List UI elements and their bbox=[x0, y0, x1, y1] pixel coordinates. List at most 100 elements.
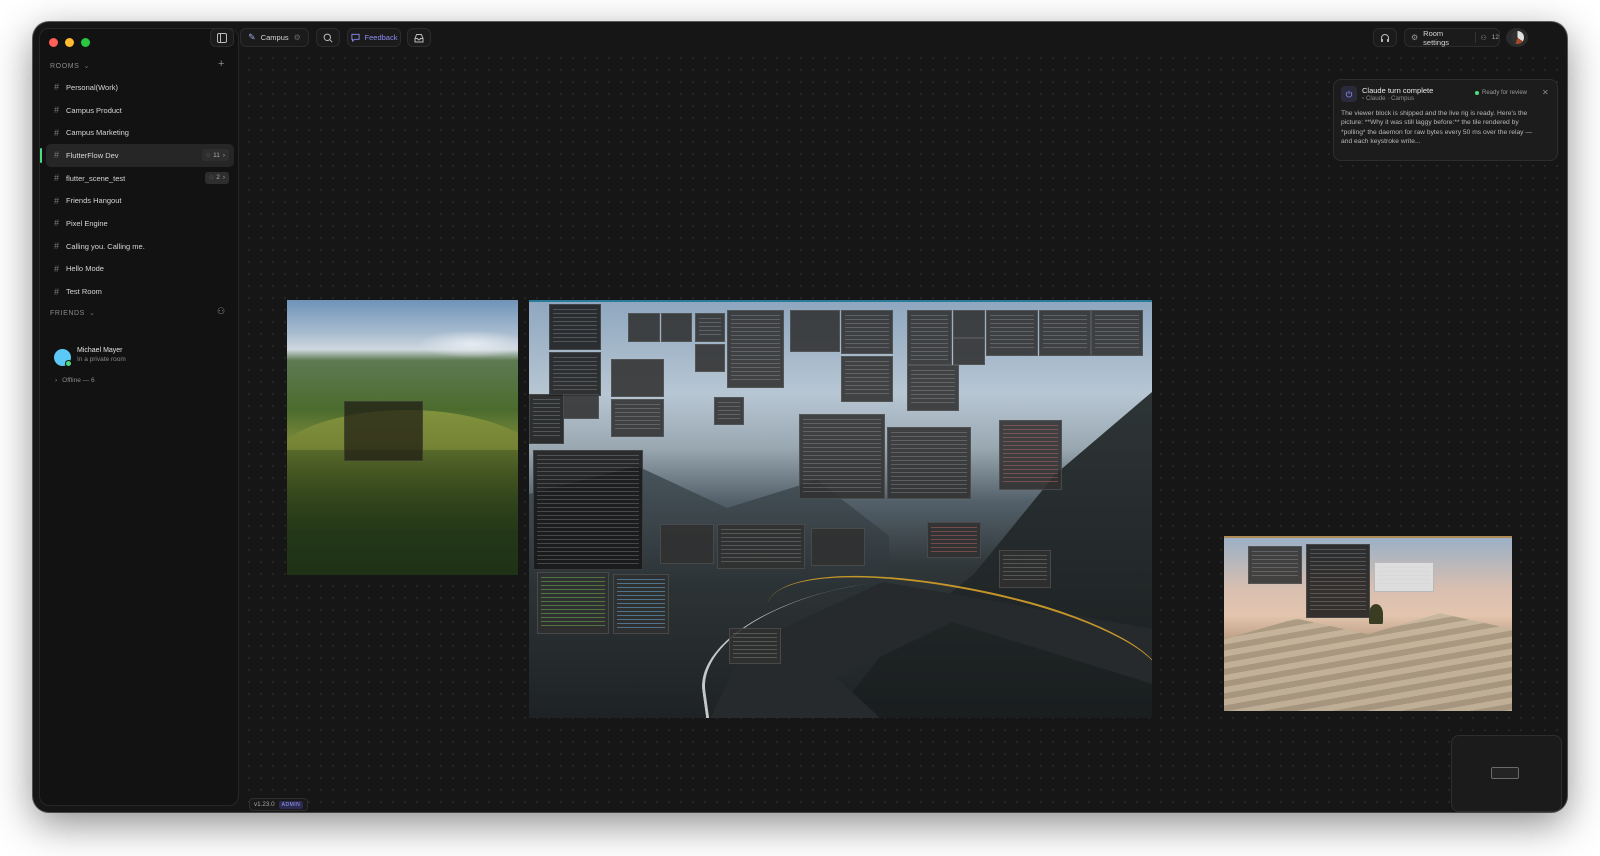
version-badge: v1.23.0 ADMIN bbox=[249, 798, 309, 811]
status-label: Ready for review bbox=[1482, 90, 1528, 96]
hash-icon: # bbox=[54, 286, 60, 297]
search-icon bbox=[323, 33, 333, 43]
gear-icon: ⚙ bbox=[1411, 33, 1419, 42]
search-button[interactable] bbox=[316, 28, 340, 47]
window-thumbnail bbox=[799, 414, 885, 499]
gear-icon: ⚙ bbox=[293, 33, 301, 42]
badge-count: 2 bbox=[216, 174, 220, 182]
sidebar-item-room-active[interactable]: # FlutterFlow Dev ◌ 11 › bbox=[40, 144, 234, 167]
toggle-sidebar-button[interactable] bbox=[210, 28, 234, 47]
notification-body: The viewer block is shipped and the live… bbox=[1341, 110, 1533, 145]
sidebar-item-room[interactable]: # Campus Marketing bbox=[46, 121, 234, 144]
space-switcher-button[interactable]: ✎ Campus ⚙ bbox=[240, 28, 309, 47]
feedback-label: Feedback bbox=[364, 33, 398, 42]
close-icon[interactable]: ✕ bbox=[1542, 88, 1549, 97]
sidebar-item-room[interactable]: # Friends Hangout bbox=[46, 189, 234, 212]
screen-share-tile-desktop[interactable] bbox=[529, 300, 1152, 718]
user-avatar-button[interactable] bbox=[1506, 28, 1528, 47]
room-label: Test Room bbox=[66, 287, 102, 297]
window-thumbnail bbox=[717, 524, 805, 569]
avatar bbox=[1510, 31, 1524, 44]
window-thumbnail bbox=[1091, 310, 1143, 356]
window-thumbnail bbox=[790, 310, 840, 352]
chevron-right-icon: › bbox=[222, 151, 225, 159]
window-thumbnail bbox=[529, 394, 564, 444]
add-friend-icon[interactable]: ⚇ bbox=[217, 306, 225, 317]
friend-item[interactable]: Michael Mayer In a private room bbox=[54, 347, 126, 367]
window-thumbnail bbox=[537, 572, 609, 634]
room-session-badge[interactable]: ◌ 11 › bbox=[202, 149, 229, 162]
sidebar-item-room[interactable]: # Pixel Engine bbox=[46, 212, 234, 235]
room-session-badge[interactable]: ◌ 2 › bbox=[205, 171, 229, 184]
zoom-window-button[interactable] bbox=[81, 38, 90, 47]
tree-shape bbox=[1369, 604, 1383, 624]
audio-button[interactable] bbox=[1373, 28, 1397, 47]
friend-name: Michael Mayer bbox=[77, 347, 123, 354]
rooms-section-toggle[interactable]: ROOMS ⌄ bbox=[50, 62, 90, 71]
hash-icon: # bbox=[54, 195, 60, 206]
window-thumbnail bbox=[953, 338, 985, 365]
headphones-icon bbox=[1381, 33, 1389, 42]
inbox-icon bbox=[414, 33, 424, 42]
feedback-button[interactable]: Feedback bbox=[347, 28, 401, 47]
window-thumbnail bbox=[660, 524, 714, 564]
window-controls bbox=[49, 38, 90, 47]
window-thumbnail bbox=[628, 313, 660, 342]
campus-logo-icon: ✎ bbox=[248, 32, 256, 42]
session-icon: ◌ bbox=[209, 174, 214, 182]
document-icon: ▫ bbox=[1362, 95, 1365, 102]
window-thumbnail bbox=[714, 397, 744, 425]
window-thumbnail bbox=[887, 427, 971, 499]
version-label: v1.23.0 bbox=[254, 801, 275, 808]
window-thumbnail bbox=[1306, 544, 1370, 618]
room-settings-label: Room settings bbox=[1423, 28, 1450, 47]
room-label: Campus Product bbox=[66, 105, 122, 115]
hash-icon: # bbox=[54, 263, 60, 274]
room-label: Personal(Work) bbox=[66, 82, 118, 92]
hash-icon: # bbox=[54, 218, 60, 229]
window-thumbnail bbox=[841, 356, 893, 402]
room-label: Hello Mode bbox=[66, 264, 104, 274]
inbox-button[interactable] bbox=[407, 28, 431, 47]
window-thumbnail bbox=[907, 365, 959, 411]
window-thumbnail bbox=[1248, 546, 1302, 584]
window-thumbnail bbox=[563, 394, 599, 419]
status-dot bbox=[1475, 91, 1479, 95]
people-icon: ⚇ bbox=[1480, 34, 1487, 42]
window-thumbnail bbox=[695, 344, 725, 372]
notification-card[interactable]: Claude turn complete ▫ Claude · Campus R… bbox=[1333, 79, 1558, 161]
hash-icon: # bbox=[54, 150, 60, 161]
screen-share-tile-forest[interactable] bbox=[287, 300, 518, 575]
add-room-button[interactable]: + bbox=[218, 58, 224, 70]
room-settings-button[interactable]: ⚙ Room settings ⚇ 12 bbox=[1404, 28, 1500, 47]
divider bbox=[1474, 32, 1476, 43]
cloud-shape bbox=[417, 330, 518, 358]
sidebar-item-room[interactable]: # Calling you. Calling me. bbox=[46, 235, 234, 258]
sidebar-item-room[interactable]: # Personal(Work) bbox=[46, 76, 234, 99]
close-window-button[interactable] bbox=[49, 38, 58, 47]
window-thumbnail bbox=[999, 420, 1062, 490]
sidebar-item-room[interactable]: # Hello Mode bbox=[46, 258, 234, 281]
minimap-viewport[interactable] bbox=[1491, 767, 1519, 779]
space-name: Campus bbox=[260, 33, 289, 42]
minimap[interactable] bbox=[1451, 735, 1562, 812]
window-thumbnail bbox=[344, 401, 423, 461]
sidebar-item-room[interactable]: # Campus Product bbox=[46, 99, 234, 122]
hash-icon: # bbox=[54, 105, 60, 116]
friends-section-toggle[interactable]: FRIENDS ⌄ bbox=[50, 309, 95, 318]
window-thumbnail bbox=[549, 304, 601, 350]
window-thumbnail bbox=[907, 310, 952, 365]
sidebar-item-room[interactable]: # Test Room bbox=[46, 280, 234, 303]
chevron-down-icon: ⌄ bbox=[83, 63, 90, 70]
sidebar-item-room[interactable]: # flutter_scene_test ◌ 2 › bbox=[46, 167, 234, 190]
app-window: ROOMS ⌄ + # Personal(Work) # Campus Produc… bbox=[33, 22, 1567, 812]
badge-count: 11 bbox=[213, 151, 220, 159]
minimize-window-button[interactable] bbox=[65, 38, 74, 47]
offline-friends-toggle[interactable]: › Offline — 6 bbox=[55, 377, 95, 384]
offline-label: Offline — 6 bbox=[62, 377, 95, 384]
window-thumbnail bbox=[533, 450, 643, 570]
window-thumbnail bbox=[695, 313, 725, 342]
screen-share-tile-desert[interactable] bbox=[1224, 536, 1512, 711]
window-thumbnail bbox=[811, 528, 865, 566]
window-thumbnail bbox=[1374, 562, 1434, 592]
